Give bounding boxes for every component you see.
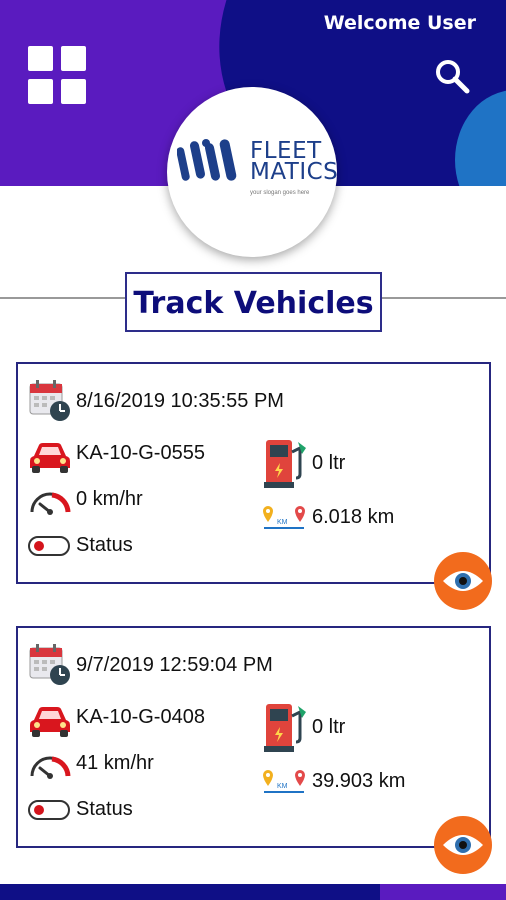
welcome-text: Welcome User — [323, 12, 476, 34]
status-label: Status — [76, 798, 133, 820]
page-title: Track Vehicles — [133, 286, 374, 321]
fuel-pump-icon — [264, 440, 306, 488]
status-toggle[interactable] — [28, 536, 70, 556]
view-vehicle-button[interactable] — [434, 552, 492, 610]
speedometer-icon — [30, 492, 71, 515]
search-icon[interactable] — [432, 56, 472, 96]
page-title-box: Track Vehicles — [125, 272, 382, 332]
bottom-bar-accent — [380, 884, 506, 900]
vehicle-plate: KA-10-G-0408 — [76, 706, 205, 728]
vehicle-datetime: 8/16/2019 10:35:55 PM — [76, 390, 284, 412]
speedometer-icon — [30, 756, 71, 779]
vehicle-distance: 39.903 km — [312, 770, 406, 792]
vehicle-speed: 41 km/hr — [76, 752, 154, 774]
logo-mark-icon — [177, 139, 237, 181]
status-label: Status — [76, 534, 133, 556]
view-eye-icon — [443, 571, 483, 591]
vehicle-distance: 6.018 km — [312, 506, 395, 528]
grid-menu-icon[interactable] — [28, 46, 86, 104]
vehicle-card[interactable]: 9/7/2019 12:59:04 PM KA-10-G-0408 41 km/… — [16, 626, 492, 874]
car-icon — [30, 707, 70, 737]
vehicle-datetime: 9/7/2019 12:59:04 PM — [76, 654, 273, 676]
distance-pin-icon: KM — [263, 506, 305, 529]
vehicle-plate: KA-10-G-0555 — [76, 442, 205, 464]
status-toggle[interactable] — [28, 800, 70, 820]
calendar-clock-icon — [29, 644, 70, 685]
bottom-bar — [0, 884, 506, 900]
fleetmatics-logo: FLEET MATICS your slogan goes here — [167, 87, 339, 257]
vehicle-fuel: 0 ltr — [312, 452, 346, 474]
distance-pin-icon: KM — [263, 770, 305, 793]
vehicle-card[interactable]: 8/16/2019 10:35:55 PM KA-10-G-0555 0 km/… — [16, 362, 492, 610]
logo-slogan: your slogan goes here — [250, 190, 310, 196]
distance-label: KM — [277, 519, 288, 526]
logo-wordmark: FLEET MATICS — [250, 140, 339, 185]
calendar-clock-icon — [29, 380, 70, 421]
fuel-pump-icon — [264, 704, 306, 752]
view-vehicle-button[interactable] — [434, 816, 492, 874]
vehicle-speed: 0 km/hr — [76, 488, 143, 510]
view-eye-icon — [443, 835, 483, 855]
distance-label: KM — [277, 783, 288, 790]
car-icon — [30, 443, 70, 473]
logo-line2: MATICS — [250, 159, 339, 185]
vehicle-fuel: 0 ltr — [312, 716, 346, 738]
